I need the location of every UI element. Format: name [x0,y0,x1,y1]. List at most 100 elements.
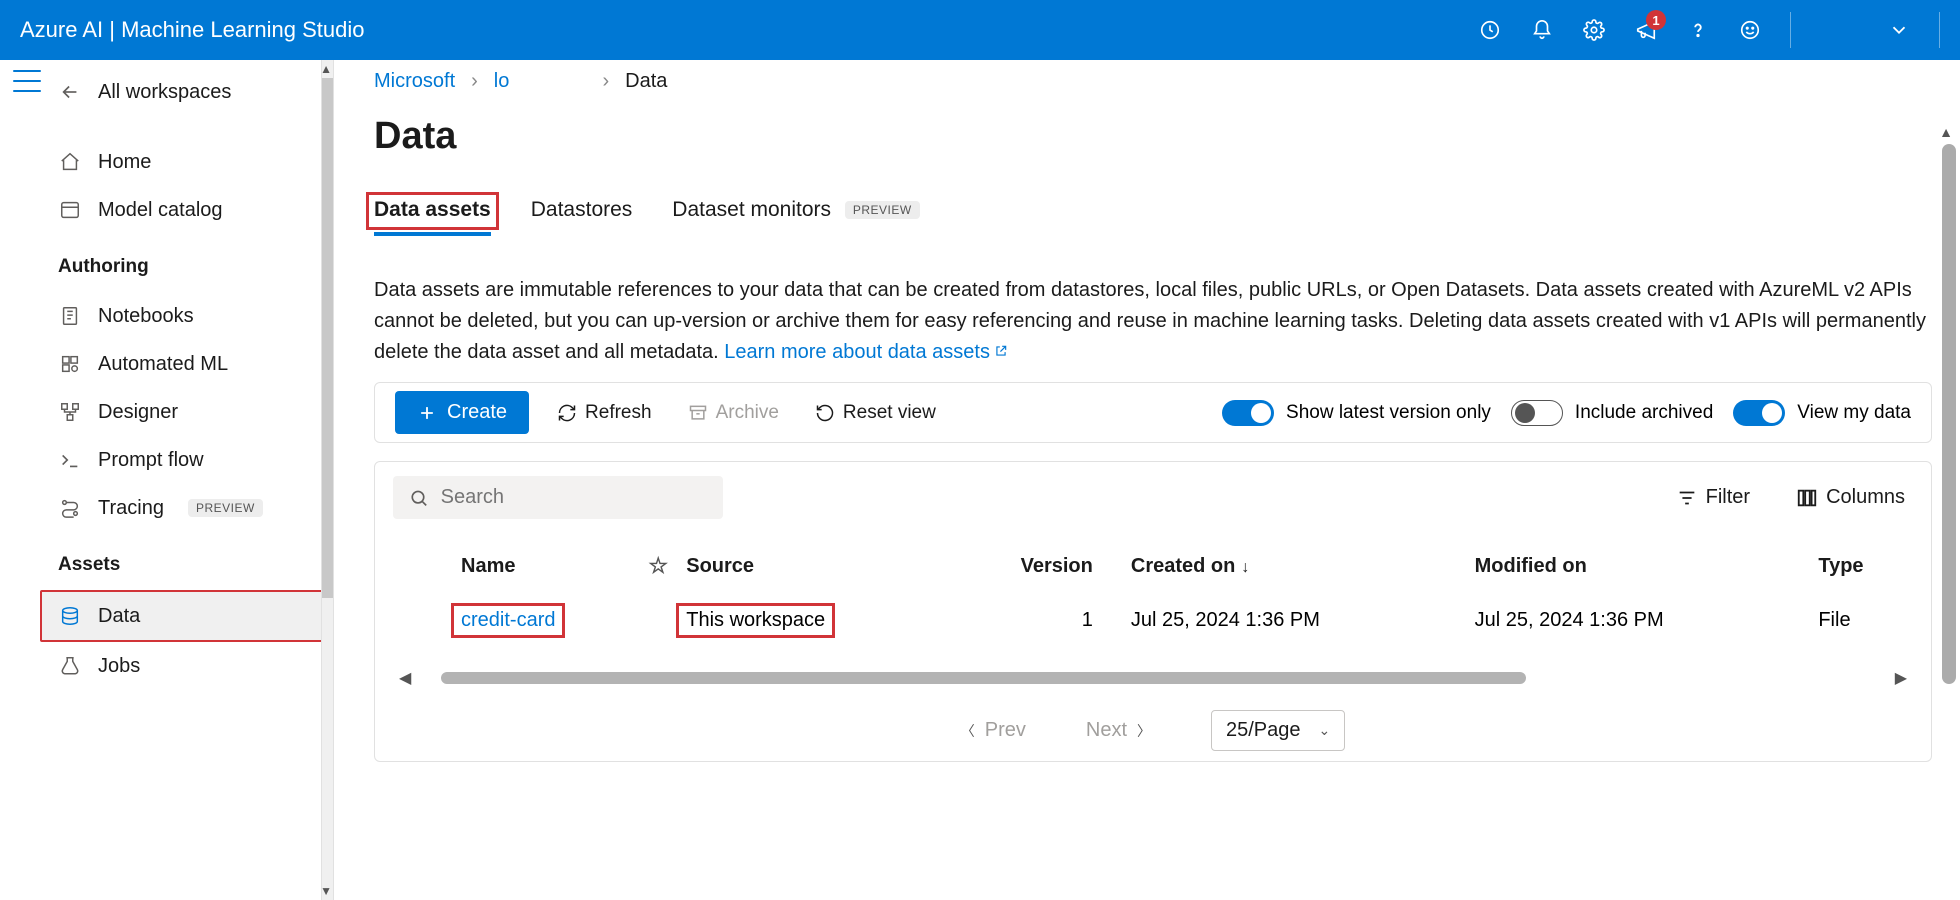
settings-icon[interactable] [1582,18,1606,42]
col-name[interactable]: Name [453,539,638,593]
search-input[interactable] [441,486,707,509]
col-created-on[interactable]: Created on↓ [1123,539,1467,593]
nav-model-catalog[interactable]: Model catalog [54,186,333,234]
nav-label: Model catalog [98,199,223,222]
main-content: Microsoft › lo ........... › Data Data D… [334,60,1960,900]
breadcrumb-current: Data [625,70,667,93]
refresh-icon [557,403,577,423]
main-scrollbar[interactable]: ▲ [1942,60,1956,900]
nav-designer[interactable]: Designer [54,388,333,436]
star-icon: ☆ [648,553,668,578]
toggle-show-latest: Show latest version only [1222,400,1491,426]
col-modified-on[interactable]: Modified on [1467,539,1811,593]
help-icon[interactable] [1686,18,1710,42]
page-size-select[interactable]: 25/Page ⌄ [1211,710,1345,751]
nav-home[interactable]: Home [54,138,333,186]
learn-more-link[interactable]: Learn more about data assets [724,341,1008,363]
pager: 〈 Prev Next 〉 25/Page ⌄ [393,710,1913,751]
col-type[interactable]: Type [1810,539,1913,593]
toggle-switch[interactable] [1511,400,1563,426]
nav-label: All workspaces [98,81,231,104]
table-row[interactable]: credit-card This workspace 1 [393,593,1913,648]
toggle-label: View my data [1797,402,1911,424]
archive-icon [688,403,708,423]
tab-label: Datastores [531,198,633,221]
nav-notebooks[interactable]: Notebooks [54,292,333,340]
scroll-up-arrow[interactable]: ▲ [1939,124,1953,140]
recent-icon[interactable] [1478,18,1502,42]
nav-jobs[interactable]: Jobs [54,642,333,690]
preview-badge: PREVIEW [845,201,920,219]
plus-icon [417,403,437,423]
button-label: Create [447,401,507,424]
feedback-icon[interactable] [1738,18,1762,42]
jobs-icon [58,654,82,678]
create-button[interactable]: Create [395,391,529,434]
col-favorite[interactable]: ☆ [638,539,678,593]
scroll-left-arrow[interactable]: ◀ [393,668,417,688]
nav-label: Prompt flow [98,449,204,472]
data-table: Name ☆ Source Version Created on↓ Modifi… [393,539,1913,648]
button-label: Reset view [843,402,936,424]
section-assets: Assets [54,532,333,590]
home-icon [58,150,82,174]
columns-button[interactable]: Columns [1788,480,1913,515]
announcements-icon[interactable]: 1 [1634,18,1658,42]
nav-label: Designer [98,401,178,424]
scroll-down-arrow[interactable]: ▼ [320,884,332,898]
nav-label: Tracing [98,497,164,520]
nav-label: Home [98,151,151,174]
automl-icon [58,352,82,376]
nav-tracing[interactable]: Tracing PREVIEW [54,484,333,532]
info-text: Data assets are immutable references to … [374,275,1932,368]
announcements-badge: 1 [1646,10,1666,30]
toggle-switch[interactable] [1222,400,1274,426]
nav-label: Jobs [98,655,140,678]
button-label: Next [1086,719,1127,742]
chevron-left-icon: 〈 [961,721,975,741]
chevron-down-icon[interactable] [1887,18,1911,42]
all-workspaces-link[interactable]: All workspaces [54,68,333,116]
asset-source: This workspace [686,609,825,632]
tab-dataset-monitors[interactable]: Dataset monitors PREVIEW [672,198,919,234]
scroll-up-arrow[interactable]: ▲ [320,62,332,76]
topbar-icon-group: 1 [1478,12,1940,48]
horizontal-scrollbar[interactable]: ◀ ▶ [393,668,1913,688]
reset-view-button[interactable]: Reset view [807,396,944,430]
asset-created-on: Jul 25, 2024 1:36 PM [1123,593,1467,648]
external-link-icon [994,344,1008,358]
search-icon [409,487,429,509]
tab-data-assets[interactable]: Data assets [374,198,491,234]
filter-button[interactable]: Filter [1668,480,1758,515]
nav-prompt-flow[interactable]: Prompt flow [54,436,333,484]
next-button[interactable]: Next 〉 [1086,719,1151,742]
arrow-left-icon [58,80,82,104]
prev-button[interactable]: 〈 Prev [961,719,1026,742]
search-box[interactable] [393,476,723,519]
tracing-icon [58,496,82,520]
scroll-right-arrow[interactable]: ▶ [1889,668,1913,688]
app-title: Azure AI | Machine Learning Studio [20,17,364,43]
notifications-icon[interactable] [1530,18,1554,42]
breadcrumb-root[interactable]: Microsoft [374,70,455,93]
breadcrumb: Microsoft › lo ........... › Data [374,70,1932,93]
asset-name-link[interactable]: credit-card [461,609,555,632]
refresh-button[interactable]: Refresh [549,396,660,430]
sidebar-scrollbar[interactable]: ▲ ▼ [321,60,333,900]
topbar-separator-2 [1939,12,1940,48]
nav-automated-ml[interactable]: Automated ML [54,340,333,388]
toggle-switch[interactable] [1733,400,1785,426]
tab-label: Data assets [374,198,491,221]
toggle-include-archived: Include archived [1511,400,1713,426]
toggle-label: Include archived [1575,402,1713,424]
menu-toggle-icon[interactable] [13,70,41,92]
tab-datastores[interactable]: Datastores [531,198,633,234]
toolbar: Create Refresh Archive Reset view Show l… [374,382,1932,443]
nav-data[interactable]: Data [40,590,333,642]
prompt-flow-icon [58,448,82,472]
col-source[interactable]: Source [678,539,938,593]
chevron-right-icon: › [603,70,610,93]
button-label: Refresh [585,402,652,424]
col-version[interactable]: Version [938,539,1123,593]
breadcrumb-workspace[interactable]: lo [494,70,510,93]
